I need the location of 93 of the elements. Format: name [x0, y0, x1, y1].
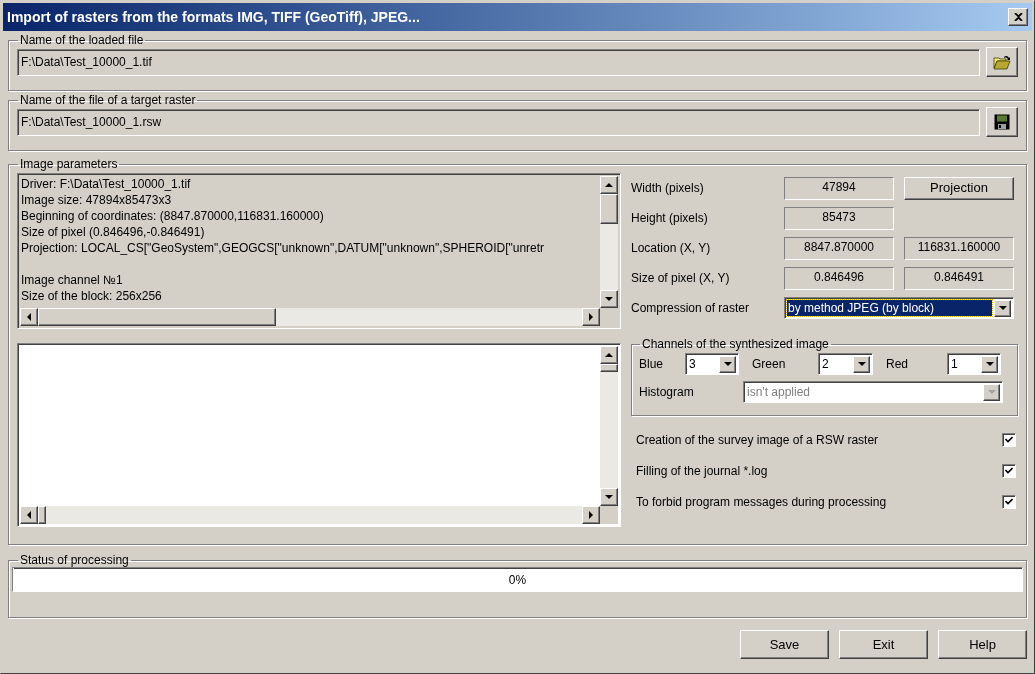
- progress-reading: 0%: [507, 571, 528, 589]
- group-title: Name of the file of a target raster: [19, 93, 197, 107]
- scrollbar-thumb[interactable]: [38, 308, 276, 326]
- save-file-button[interactable]: [986, 107, 1018, 137]
- checkbox[interactable]: [1002, 494, 1016, 509]
- horizontal-scrollbar[interactable]: [20, 308, 600, 326]
- down-arrow-icon: [605, 494, 613, 500]
- dropdown-value: isn't applied: [746, 384, 811, 400]
- info-line: Beginning of coordinates: (8847.870000,116831.160000): [21, 208, 324, 224]
- folder-icon: [993, 54, 1011, 70]
- open-file-button[interactable]: [986, 47, 1018, 77]
- property-value: 0.846491: [904, 266, 1014, 290]
- projection-button[interactable]: Projection: [904, 176, 1014, 200]
- scroll-right-button[interactable]: [582, 506, 600, 524]
- property-value: 85473: [784, 206, 894, 230]
- vertical-scrollbar[interactable]: [600, 176, 618, 308]
- option-label: Filling of the journal *.log: [636, 462, 769, 480]
- channel-label: Green: [752, 356, 787, 373]
- info-line: Size of pixel (0.846496,-0.846491): [21, 224, 205, 240]
- property-value: 47894: [784, 176, 894, 200]
- check-icon: [1005, 436, 1013, 443]
- compression-label: Compression of raster: [631, 300, 751, 317]
- group-title: Status of processing: [19, 553, 130, 567]
- scroll-up-button[interactable]: [600, 176, 618, 194]
- caret-icon: [723, 361, 732, 367]
- scroll-left-button[interactable]: [20, 308, 38, 326]
- info-line: Projection: LOCAL_CS["GeoSystem",GEOGCS["unknown",DATUM["unknown",SPHEROID["unretr: [21, 240, 545, 256]
- scrollbar-thumb[interactable]: [38, 506, 46, 524]
- dialog-button[interactable]: Exit: [839, 630, 928, 659]
- channel-label: Blue: [639, 356, 665, 373]
- dialog-button[interactable]: Help: [938, 630, 1027, 659]
- file-path-field[interactable]: F:\Data\Test_10000_1.tif: [17, 48, 980, 76]
- checkbox[interactable]: [1002, 432, 1016, 447]
- info-line: Driver: F:\Data\Test_10000_1.tif: [21, 176, 191, 192]
- close-button[interactable]: [1008, 8, 1028, 26]
- horizontal-scrollbar[interactable]: [20, 506, 600, 524]
- caret-icon: [857, 361, 866, 367]
- scroll-down-button[interactable]: [600, 290, 618, 308]
- dropdown[interactable]: 1: [947, 353, 1001, 375]
- left-arrow-icon: [26, 511, 32, 519]
- info-line: Size of the block: 256x256: [21, 288, 162, 304]
- scrollbar-thumb[interactable]: [600, 194, 618, 224]
- option-label: To forbid program messages during processing: [636, 493, 888, 511]
- group-title: Image parameters: [19, 157, 119, 171]
- group-title: Channels of the synthesized image: [641, 337, 830, 351]
- right-arrow-icon: [588, 511, 594, 519]
- scroll-left-button[interactable]: [20, 506, 38, 524]
- window-title: Import of rasters from the formats IMG, TIFF (GeoTiff), JPEG...: [7, 7, 421, 27]
- dropdown[interactable]: 3: [685, 353, 739, 375]
- right-arrow-icon: [588, 313, 594, 321]
- group-title: Name of the loaded file: [19, 33, 145, 47]
- scrollbar-corner: [600, 506, 618, 524]
- channel-label: Red: [886, 356, 909, 373]
- check-icon: [1005, 467, 1013, 474]
- property-value: 8847.870000: [784, 236, 894, 260]
- property-label: Height (pixels): [631, 210, 709, 227]
- property-value: 0.846496: [784, 266, 894, 290]
- dropdown[interactable]: by method JPEG (by block): [784, 297, 1014, 319]
- histogram-label: Histogram: [639, 384, 695, 401]
- caret-icon: [998, 305, 1007, 311]
- property-value: 116831.160000: [904, 236, 1014, 260]
- option-label: Creation of the survey image of a RSW raster: [636, 431, 880, 449]
- down-arrow-icon: [605, 296, 613, 302]
- property-label: Width (pixels): [631, 180, 705, 197]
- caret-icon: [987, 389, 996, 395]
- file-path-field[interactable]: F:\Data\Test_10000_1.rsw: [17, 108, 980, 136]
- dropdown-button[interactable]: [719, 355, 736, 373]
- scroll-down-button[interactable]: [600, 488, 618, 506]
- property-label: Location (X, Y): [631, 240, 712, 257]
- info-line: Image channel №1: [21, 272, 123, 288]
- left-arrow-icon: [26, 313, 32, 321]
- vertical-scrollbar[interactable]: [600, 346, 618, 506]
- scrollbar-thumb[interactable]: [600, 364, 618, 372]
- property-label: Size of pixel (X, Y): [631, 270, 731, 287]
- dropdown-value: 2: [821, 356, 830, 372]
- check-icon: [1005, 498, 1013, 505]
- checkbox[interactable]: [1002, 463, 1016, 478]
- dropdown-value: 1: [950, 356, 959, 372]
- up-arrow-icon: [605, 352, 613, 358]
- up-arrow-icon: [605, 182, 613, 188]
- dropdown-button[interactable]: [994, 299, 1011, 317]
- dropdown-button[interactable]: [981, 355, 998, 373]
- dropdown-button[interactable]: [853, 355, 870, 373]
- caret-icon: [985, 361, 994, 367]
- dropdown-value: by method JPEG (by block): [787, 300, 992, 316]
- close-icon: [1013, 13, 1023, 21]
- info-line: Image size: 47894x85473x3: [21, 192, 172, 208]
- scroll-right-button[interactable]: [582, 308, 600, 326]
- dropdown[interactable]: 2: [818, 353, 873, 375]
- dropdown-value: 3: [688, 356, 697, 372]
- dialog-button[interactable]: Save: [740, 630, 829, 659]
- scroll-up-button[interactable]: [600, 346, 618, 364]
- info-text-area[interactable]: [17, 173, 621, 329]
